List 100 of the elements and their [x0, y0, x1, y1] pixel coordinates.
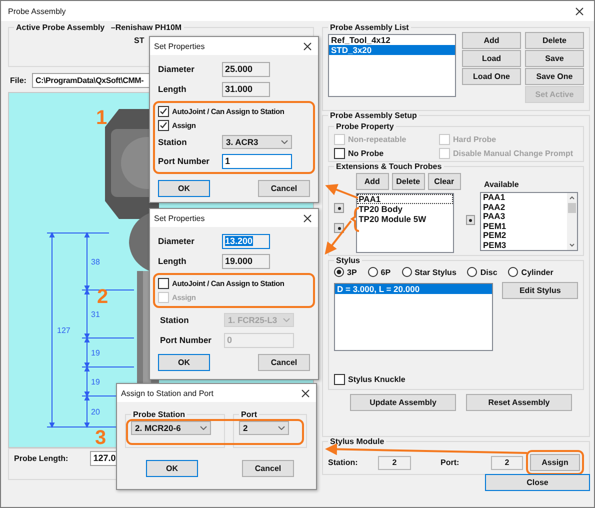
station-dropdown[interactable]: 2. MCR20-6 [131, 421, 211, 435]
button[interactable]: Load [462, 50, 521, 67]
close-button[interactable]: Close [485, 474, 590, 491]
radio-button[interactable] [508, 267, 518, 277]
dot-icon [338, 226, 340, 230]
dialog-title: Set Properties [154, 214, 205, 222]
list-item[interactable]: PEM1 [481, 222, 508, 231]
checkbox[interactable] [158, 106, 169, 117]
close-icon[interactable] [303, 214, 312, 222]
cancel-button[interactable]: Cancel [242, 460, 294, 477]
dimension-label: 20 [91, 408, 100, 416]
station-label: Station: [328, 458, 359, 467]
assembly-list[interactable]: Ref_Tool_4x12 STD_3x20 [328, 34, 456, 97]
assign-button[interactable]: Assign [530, 454, 580, 471]
radio-button[interactable] [368, 267, 378, 277]
stylus-list[interactable]: D = 3.000, L = 20.000 [334, 283, 494, 351]
radio-label: Disc [480, 268, 498, 276]
close-icon[interactable] [575, 6, 584, 16]
dialog-title: Set Properties [154, 42, 205, 50]
radio-button[interactable] [334, 267, 344, 277]
dialog-title: Assign to Station and Port [121, 388, 214, 398]
list-item[interactable]: Ref_Tool_4x12 [329, 35, 455, 45]
move-button[interactable] [466, 215, 475, 225]
close-icon[interactable] [301, 388, 310, 398]
assembly-name: ST [133, 36, 146, 45]
radio-button[interactable] [467, 267, 478, 277]
cancel-button[interactable]: Cancel [258, 354, 310, 371]
group-title: Probe Assembly Setup [329, 111, 418, 120]
checkbox[interactable] [334, 148, 345, 159]
arrow [325, 184, 358, 199]
group-title: Stylus Module [329, 437, 386, 446]
dimension-label: 19 [91, 348, 100, 358]
callout-number: 2 [97, 286, 108, 309]
list-item[interactable]: PEM2 [481, 231, 508, 240]
cancel-button[interactable]: Cancel [258, 180, 310, 197]
ok-button[interactable]: OK [146, 460, 198, 477]
button[interactable]: Reset Assembly [466, 394, 572, 411]
checkbox-label: No Probe [348, 149, 384, 158]
radio-label: Star Stylus [414, 268, 456, 276]
list-item[interactable]: PAA3 [481, 212, 508, 222]
group-title: Extensions & Touch Probes [335, 162, 443, 171]
available-label: Available [484, 180, 520, 189]
caret-icon [200, 426, 207, 430]
ok-button[interactable]: OK [158, 354, 210, 371]
ok-button[interactable]: OK [158, 180, 210, 197]
file-label: File: [10, 76, 26, 85]
list-item[interactable]: PEM3 [481, 240, 508, 250]
radio-label: 6P [380, 268, 391, 276]
button[interactable]: Add [356, 173, 389, 190]
port-number-field[interactable]: 1 [222, 154, 292, 168]
group-title: Probe Assembly List [329, 23, 410, 32]
field-label: Diameter [158, 64, 196, 74]
dot-icon [338, 206, 340, 210]
list-item[interactable]: PAA2 [481, 202, 508, 212]
list-item[interactable]: TP20 Body [356, 204, 453, 214]
list-item[interactable]: STD_3x20 [329, 45, 455, 55]
button[interactable]: Save [525, 50, 584, 67]
station-field[interactable]: 2 [378, 456, 410, 470]
probe-head-label: –Renishaw PH10M [110, 23, 182, 32]
button[interactable]: Add [462, 32, 521, 49]
list-item[interactable]: PAA1 [481, 193, 508, 202]
length-field[interactable]: 31.000 [222, 82, 270, 96]
checkbox[interactable] [158, 278, 169, 289]
port-field[interactable]: 2 [490, 456, 523, 470]
list-item[interactable]: D = 3.000, L = 20.000 [335, 284, 492, 294]
button[interactable]: Clear [428, 173, 461, 190]
group-title: Stylus [335, 256, 362, 265]
available-list[interactable]: PAA1 PAA2 PAA3 PEM1 PEM2 PEM3 [480, 192, 578, 251]
length-field[interactable]: 19.000 [222, 254, 270, 268]
probe-list[interactable]: PAA1 TP20 Body TP20 Module 5W [356, 193, 454, 253]
port-dropdown[interactable]: 2 [239, 421, 289, 435]
radio-label: Cylinder [521, 268, 554, 276]
checkbox[interactable] [158, 120, 169, 131]
group-title: Probe Property [335, 122, 395, 131]
button[interactable]: Save One [525, 68, 584, 85]
button[interactable]: Delete [525, 32, 584, 49]
checkbox[interactable] [334, 374, 345, 385]
caret-icon [278, 426, 285, 430]
button[interactable]: Delete [392, 173, 425, 190]
scrollbar[interactable] [567, 193, 577, 250]
list-item[interactable]: TP20 Module 5W [356, 214, 453, 224]
checkbox-label: Stylus Knuckle [348, 375, 406, 384]
radio-button[interactable] [402, 267, 412, 277]
list-item[interactable]: PAA1 [356, 194, 453, 204]
move-button[interactable] [334, 223, 344, 233]
group-title: Probe Station [132, 410, 186, 419]
button[interactable]: Load One [462, 68, 521, 85]
dimension-label: 31 [91, 310, 100, 319]
close-icon[interactable] [303, 42, 312, 50]
edit-stylus-button[interactable]: Edit Stylus [502, 282, 578, 299]
group-title: Active Probe Assembly [16, 23, 105, 32]
diameter-field[interactable]: 25.000 [222, 62, 270, 76]
button[interactable]: Update Assembly [350, 394, 456, 411]
diameter-field[interactable]: 13.200 [222, 234, 270, 248]
move-button[interactable] [334, 203, 344, 213]
checkbox-label: Hard Probe [453, 135, 496, 144]
station-dropdown[interactable]: 3. ACR3 [222, 135, 292, 149]
probe-length-label: Probe Length: [14, 454, 68, 463]
field-label: Station [158, 137, 188, 147]
dimension-label: 127 [57, 326, 70, 335]
